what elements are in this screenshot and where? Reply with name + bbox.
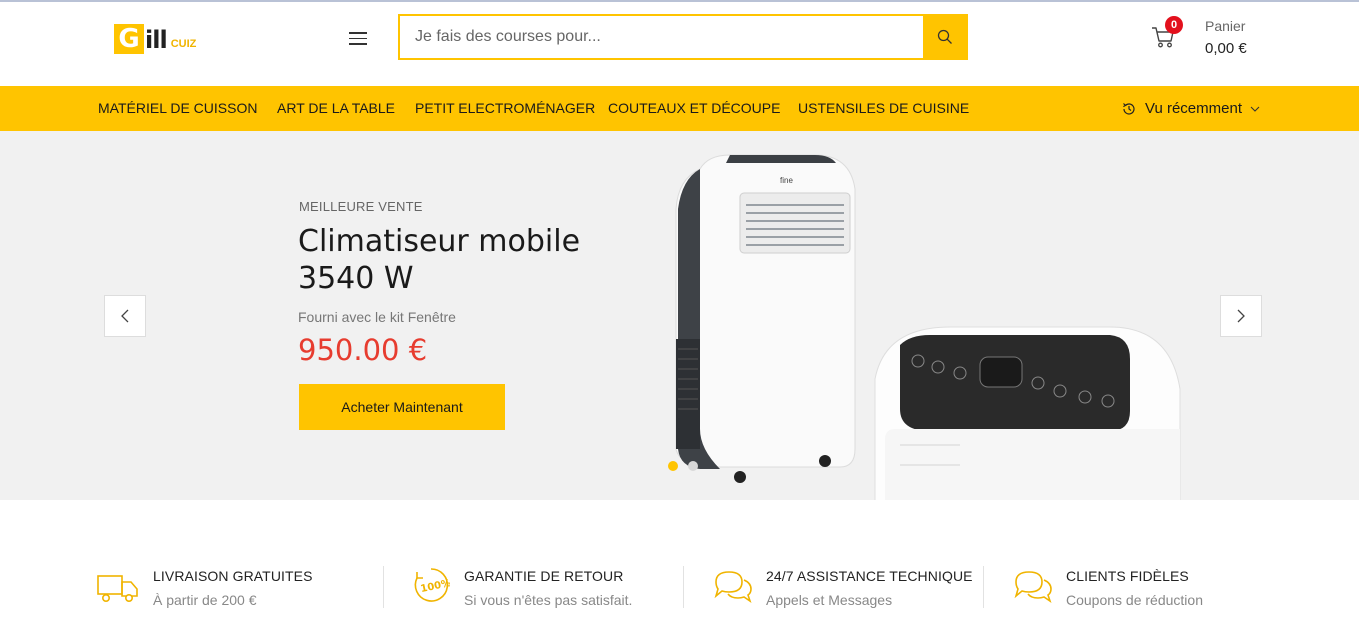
chevron-down-icon <box>1250 106 1260 112</box>
search-icon <box>937 29 952 44</box>
cart-total[interactable]: 0,00 € <box>1205 40 1247 57</box>
search-input[interactable] <box>400 16 923 58</box>
guarantee-100-icon: 100% <box>414 568 450 602</box>
feature-title: CLIENTS FIDÈLES <box>1066 568 1189 584</box>
nav-item-art-de-la-table[interactable]: ART DE LA TABLE <box>277 86 395 131</box>
divider <box>983 566 984 608</box>
history-icon <box>1123 102 1135 115</box>
hero-title: Climatiseur mobile 3540 W <box>298 224 581 296</box>
feature-loyal-clients: CLIENTS FIDÈLES Coupons de réduction <box>1012 566 1272 610</box>
cart-button[interactable]: 0 <box>1150 16 1183 54</box>
feature-subtitle: À partir de 200 € <box>153 592 257 608</box>
feature-subtitle: Si vous n'êtes pas satisfait. <box>464 592 633 608</box>
hamburger-menu-icon[interactable] <box>349 32 367 46</box>
hero-price: 950.00 € <box>298 333 428 367</box>
feature-return-guarantee: 100% GARANTIE DE RETOUR Si vous n'êtes p… <box>412 566 672 610</box>
product-image: fine <box>675 154 1181 500</box>
main-nav: MATÉRIEL DE CUISSON ART DE LA TABLE PETI… <box>0 86 1359 131</box>
nav-item-petit-electromenager[interactable]: PETIT ELECTROMÉNAGER <box>415 86 595 131</box>
nav-item-materiel-de-cuisson[interactable]: MATÉRIEL DE CUISSON <box>98 86 257 131</box>
divider <box>683 566 684 608</box>
features-bar: LIVRAISON GRATUITES À partir de 200 € 10… <box>0 500 1359 618</box>
slider-prev-button[interactable] <box>104 295 146 337</box>
chevron-right-icon <box>1237 309 1245 323</box>
hero-eyebrow: MEILLEURE VENTE <box>299 199 423 214</box>
feature-subtitle: Coupons de réduction <box>1066 592 1203 608</box>
svg-text:fine: fine <box>780 176 793 185</box>
feature-subtitle: Appels et Messages <box>766 592 893 608</box>
cart-count-badge: 0 <box>1165 16 1183 34</box>
feature-title: 24/7 ASSISTANCE TECHNIQUE <box>766 568 973 584</box>
hero-slider: MEILLEURE VENTE Climatiseur mobile 3540 … <box>0 131 1359 500</box>
logo-suffix: CUIZ <box>170 38 197 50</box>
hero-subtitle: Fourni avec le kit Fenêtre <box>298 309 456 325</box>
site-logo[interactable]: G ill CUIZ <box>114 22 196 54</box>
feature-free-delivery: LIVRAISON GRATUITES À partir de 200 € <box>97 566 357 610</box>
search-bar <box>398 14 968 60</box>
feature-support: 24/7 ASSISTANCE TECHNIQUE Appels et Mess… <box>712 566 982 610</box>
search-button[interactable] <box>923 16 966 58</box>
logo-text: ill <box>145 26 168 54</box>
cart-label: Panier <box>1205 18 1246 34</box>
chat-bubbles-icon <box>1014 571 1052 603</box>
chevron-left-icon <box>121 309 129 323</box>
feature-title: GARANTIE DE RETOUR <box>464 568 624 584</box>
site-header: G ill CUIZ 0 Panier 0,00 € <box>0 2 1359 86</box>
slider-dot-2[interactable] <box>688 461 698 471</box>
chat-bubbles-icon <box>714 571 752 603</box>
slider-dot-1[interactable] <box>668 461 678 471</box>
truck-icon <box>97 575 138 602</box>
feature-title: LIVRAISON GRATUITES <box>153 568 313 584</box>
recently-viewed-label: Vu récemment <box>1145 100 1242 117</box>
slider-next-button[interactable] <box>1220 295 1262 337</box>
recently-viewed-dropdown[interactable]: Vu récemment <box>1121 86 1260 131</box>
divider <box>383 566 384 608</box>
buy-now-button[interactable]: Acheter Maintenant <box>299 384 505 430</box>
nav-item-ustensiles-de-cuisine[interactable]: USTENSILES DE CUISINE <box>798 86 969 131</box>
logo-initial: G <box>114 24 144 54</box>
nav-item-couteaux-et-decoupe[interactable]: COUTEAUX ET DÉCOUPE <box>608 86 780 131</box>
